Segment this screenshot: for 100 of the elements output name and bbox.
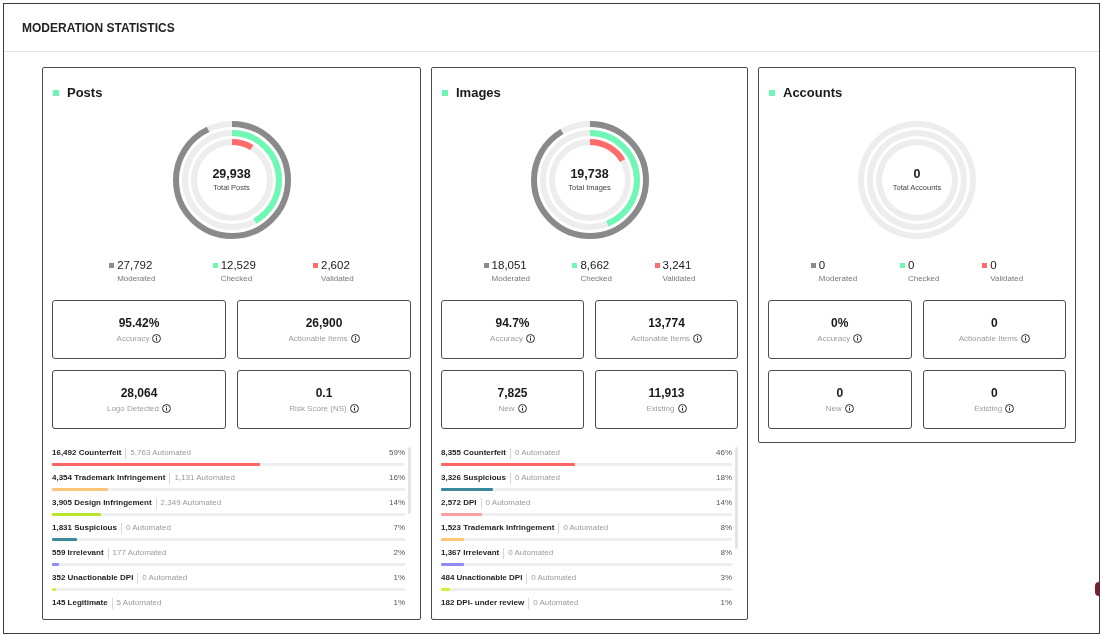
legend-value: 27,792 [117, 258, 154, 272]
stat-value: 28,064 [120, 386, 158, 400]
automated-count: 0 Automated [485, 497, 531, 509]
automated-count: 2,349 Automated [160, 497, 222, 509]
stat-label: New [825, 403, 842, 414]
legend-label: Moderated [491, 274, 530, 284]
legend-label: Validated [662, 274, 696, 284]
stat-label: Actionable Items [288, 333, 348, 344]
category-label: 182 DPI- under review [441, 597, 525, 609]
legend-value: 0 [907, 258, 916, 272]
floating-button[interactable] [1095, 582, 1099, 596]
category-percent: 16% [389, 472, 405, 484]
panel-title: Posts [67, 85, 103, 101]
legend-value: 3,241 [662, 258, 693, 272]
total-value: 19,738 [570, 167, 609, 182]
legend-label: Moderated [117, 274, 156, 284]
stat-label: New [498, 403, 515, 414]
info-icon[interactable] [677, 404, 687, 413]
automated-count: 0 Automated [508, 547, 554, 559]
category-label: 16,492 Counterfeit [52, 447, 122, 459]
category-label: 1,367 Irrelevant [441, 547, 500, 559]
stat-label: Logo Detected [106, 403, 159, 414]
legend-value: 18,051 [491, 258, 528, 272]
total-value: 0 [913, 167, 921, 182]
section-title: MODERATION STATISTICS [22, 20, 175, 35]
info-icon[interactable] [693, 334, 703, 343]
info-icon[interactable] [1005, 404, 1015, 413]
stat-value: 26,900 [305, 316, 343, 330]
category-percent: 3% [720, 572, 732, 584]
automated-count: 0 Automated [531, 572, 577, 584]
automated-count: 0 Automated [514, 447, 560, 459]
info-icon[interactable] [517, 404, 527, 413]
info-icon[interactable] [152, 334, 162, 343]
category-percent: 1% [720, 597, 732, 609]
category-percent: 59% [389, 447, 405, 459]
category-label: 2,572 DPI [441, 497, 477, 509]
automated-count: 0 Automated [125, 522, 171, 534]
info-icon[interactable] [525, 334, 535, 343]
legend-label: Validated [990, 274, 1024, 284]
info-icon[interactable] [1020, 334, 1030, 343]
stat-value: 94.7% [495, 316, 530, 330]
stat-label: Risk Score (NS) [289, 403, 347, 414]
legend-value: 0 [990, 258, 998, 272]
category-percent: 2% [393, 547, 405, 559]
legend-value: 0 [818, 258, 827, 272]
legend-label: Checked [907, 274, 940, 284]
automated-count: 0 Automated [533, 597, 579, 609]
legend-value: 8,662 [580, 258, 611, 272]
category-percent: 7% [393, 522, 405, 534]
stat-value: 7,825 [497, 386, 528, 400]
stat-value: 0 [990, 386, 998, 400]
info-icon[interactable] [844, 404, 854, 413]
info-icon[interactable] [349, 404, 359, 413]
category-label: 4,354 Trademark Infringement [52, 472, 166, 484]
square-icon [442, 90, 448, 96]
stat-label: Actionable Items [630, 333, 691, 344]
category-percent: 14% [389, 497, 405, 509]
category-percent: 14% [716, 497, 732, 509]
stat-value: 0 [836, 386, 844, 400]
category-percent: 8% [720, 522, 732, 534]
total-value: 29,938 [212, 167, 251, 182]
category-percent: 46% [716, 447, 732, 459]
info-icon[interactable] [350, 334, 360, 343]
stat-value: 95.42% [118, 316, 160, 330]
square-icon [53, 90, 59, 96]
category-percent: 1% [393, 597, 405, 609]
stat-value: 13,774 [648, 316, 685, 330]
automated-count: 1,131 Automated [174, 472, 235, 484]
legend-value: 12,529 [220, 258, 256, 272]
panel-title: Images [456, 85, 501, 101]
category-label: 484 Unactionable DPI [441, 572, 523, 584]
info-icon[interactable] [162, 404, 171, 413]
category-label: 8,355 Counterfeit [441, 447, 506, 459]
category-label: 3,905 Design Infringement [52, 497, 152, 509]
automated-count: 0 Automated [514, 472, 560, 484]
category-percent: 18% [716, 472, 732, 484]
category-label: 1,831 Suspicious [52, 522, 117, 534]
legend-label: Checked [220, 274, 254, 284]
info-icon[interactable] [853, 334, 863, 343]
legend-label: Checked [580, 274, 612, 284]
panel-title: Accounts [783, 85, 843, 101]
stat-label: Existing [974, 403, 1003, 414]
automated-count: 5 Automated [116, 597, 162, 609]
legend-value: 2,602 [321, 258, 351, 272]
square-icon [769, 90, 775, 96]
category-percent: 8% [720, 547, 732, 559]
stat-label: Accuracy [490, 333, 523, 344]
category-label: 559 Irrelevant [52, 547, 104, 559]
category-label: 145 Legitimate [52, 597, 108, 609]
legend-label: Validated [321, 274, 354, 284]
category-label: 352 Unactionable DPI [52, 572, 134, 584]
stat-label: Accuracy [817, 333, 851, 344]
automated-count: 5,763 Automated [130, 447, 191, 459]
stat-value: 0% [831, 316, 849, 330]
legend-label: Moderated [818, 274, 858, 284]
category-label: 1,523 Trademark Infringement [441, 522, 555, 534]
stat-label: Actionable Items [958, 333, 1018, 344]
stat-label: Accuracy [116, 333, 150, 344]
stat-value: 11,913 [648, 386, 685, 400]
automated-count: 177 Automated [112, 547, 167, 559]
